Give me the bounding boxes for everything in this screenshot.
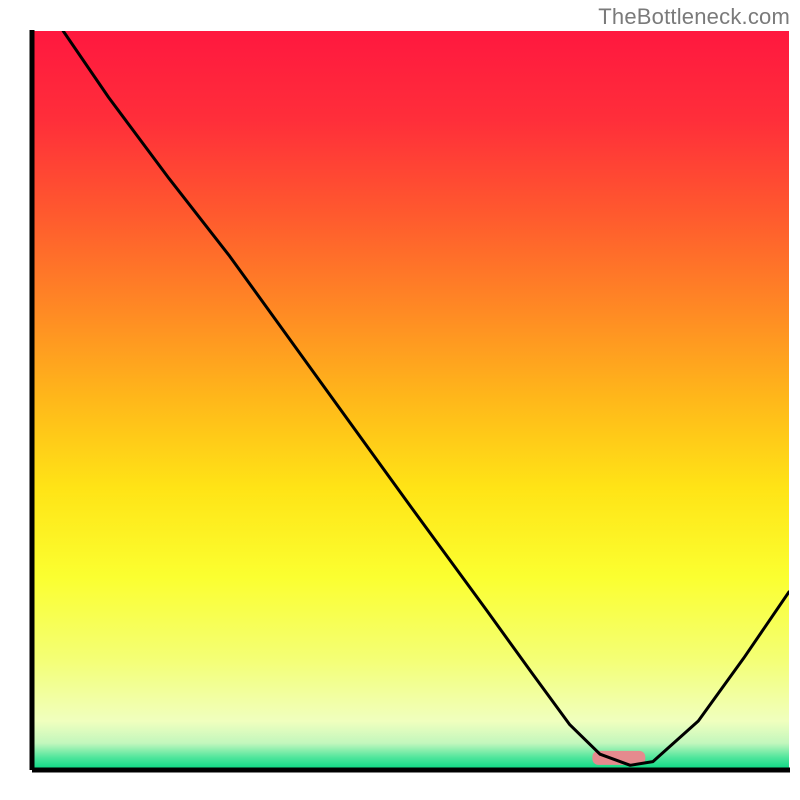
watermark-text: TheBottleneck.com [598,4,790,30]
bottleneck-chart [0,0,800,800]
gradient-background [33,31,789,769]
